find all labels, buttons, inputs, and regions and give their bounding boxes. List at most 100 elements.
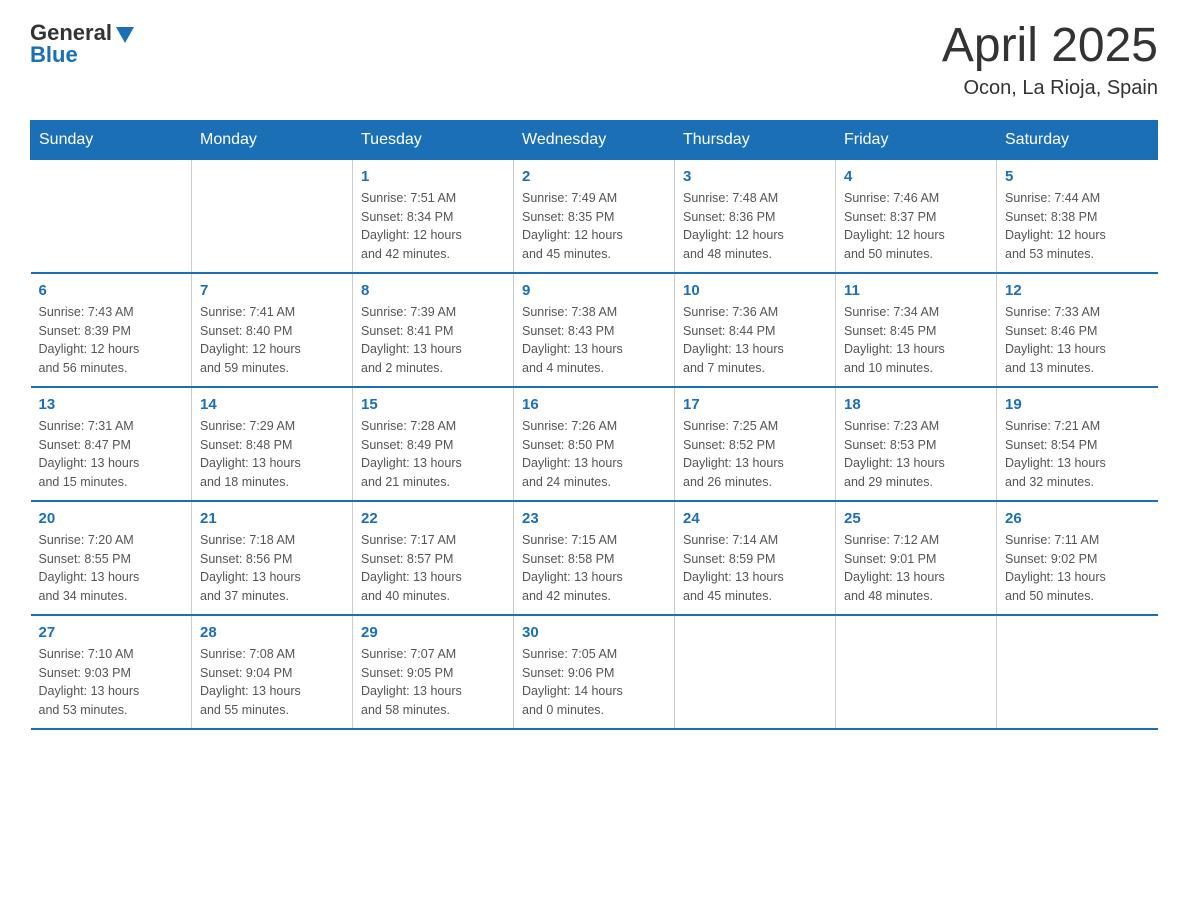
header-wednesday: Wednesday bbox=[514, 120, 675, 159]
calendar-cell: 27 Sunrise: 7:10 AM Sunset: 9:03 PM Dayli… bbox=[31, 615, 192, 729]
header-sunday: Sunday bbox=[31, 120, 192, 159]
header-thursday: Thursday bbox=[675, 120, 836, 159]
day-info: Sunrise: 7:44 AM Sunset: 8:38 PM Dayligh… bbox=[1005, 189, 1150, 264]
calendar-cell: 6Sunrise: 7:43 AM Sunset: 8:39 PM Daylig… bbox=[31, 273, 192, 387]
calendar-cell: 21 Sunrise: 7:18 AM Sunset: 8:56 PM Dayli… bbox=[192, 501, 353, 615]
header-tuesday: Tuesday bbox=[353, 120, 514, 159]
day-number: 21 bbox=[200, 510, 344, 527]
day-number: 29 bbox=[361, 624, 505, 641]
calendar-cell: 11Sunrise: 7:34 AM Sunset: 8:45 PM Dayli… bbox=[836, 273, 997, 387]
day-info: Sunrise: 7:25 AM Sunset: 8:52 PM Dayligh… bbox=[683, 417, 827, 492]
day-number: 26 bbox=[1005, 510, 1150, 527]
logo: General Blue bbox=[30, 20, 136, 68]
calendar-cell: 28 Sunrise: 7:08 AM Sunset: 9:04 PM Dayli… bbox=[192, 615, 353, 729]
day-info: Sunrise: 7:10 AM Sunset: 9:03 PM Dayligh… bbox=[39, 645, 184, 720]
day-number: 20 bbox=[39, 510, 184, 527]
day-info: Sunrise: 7:51 AM Sunset: 8:34 PM Dayligh… bbox=[361, 189, 505, 264]
day-number: 22 bbox=[361, 510, 505, 527]
calendar-table: SundayMondayTuesdayWednesdayThursdayFrid… bbox=[30, 120, 1158, 730]
day-number: 8 bbox=[361, 282, 505, 299]
header-friday: Friday bbox=[836, 120, 997, 159]
calendar-cell: 17 Sunrise: 7:25 AM Sunset: 8:52 PM Dayli… bbox=[675, 387, 836, 501]
calendar-cell: 5 Sunrise: 7:44 AM Sunset: 8:38 PM Daylig… bbox=[997, 159, 1158, 273]
calendar-cell: 2Sunrise: 7:49 AM Sunset: 8:35 PM Daylig… bbox=[514, 159, 675, 273]
calendar-cell bbox=[997, 615, 1158, 729]
calendar-cell: 13 Sunrise: 7:31 AM Sunset: 8:47 PM Dayli… bbox=[31, 387, 192, 501]
day-number: 15 bbox=[361, 396, 505, 413]
calendar-cell: 14 Sunrise: 7:29 AM Sunset: 8:48 PM Dayli… bbox=[192, 387, 353, 501]
calendar-cell bbox=[31, 159, 192, 273]
day-info: Sunrise: 7:08 AM Sunset: 9:04 PM Dayligh… bbox=[200, 645, 344, 720]
day-number: 13 bbox=[39, 396, 184, 413]
calendar-cell bbox=[192, 159, 353, 273]
calendar-cell: 19 Sunrise: 7:21 AM Sunset: 8:54 PM Dayli… bbox=[997, 387, 1158, 501]
calendar-cell: 3Sunrise: 7:48 AM Sunset: 8:36 PM Daylig… bbox=[675, 159, 836, 273]
day-number: 2 bbox=[522, 168, 666, 185]
day-number: 19 bbox=[1005, 396, 1150, 413]
calendar-cell: 29 Sunrise: 7:07 AM Sunset: 9:05 PM Dayli… bbox=[353, 615, 514, 729]
week-row-1: 1 Sunrise: 7:51 AM Sunset: 8:34 PM Daylig… bbox=[31, 159, 1158, 273]
day-info: Sunrise: 7:33 AM Sunset: 8:46 PM Dayligh… bbox=[1005, 303, 1150, 378]
day-info: Sunrise: 7:41 AM Sunset: 8:40 PM Dayligh… bbox=[200, 303, 344, 378]
calendar-cell: 10Sunrise: 7:36 AM Sunset: 8:44 PM Dayli… bbox=[675, 273, 836, 387]
day-info: Sunrise: 7:31 AM Sunset: 8:47 PM Dayligh… bbox=[39, 417, 184, 492]
day-number: 7 bbox=[200, 282, 344, 299]
day-info: Sunrise: 7:38 AM Sunset: 8:43 PM Dayligh… bbox=[522, 303, 666, 378]
week-row-3: 13 Sunrise: 7:31 AM Sunset: 8:47 PM Dayli… bbox=[31, 387, 1158, 501]
day-number: 1 bbox=[361, 168, 505, 185]
calendar-cell: 26Sunrise: 7:11 AM Sunset: 9:02 PM Dayli… bbox=[997, 501, 1158, 615]
calendar-cell: 25 Sunrise: 7:12 AM Sunset: 9:01 PM Dayli… bbox=[836, 501, 997, 615]
day-number: 17 bbox=[683, 396, 827, 413]
calendar-cell: 22 Sunrise: 7:17 AM Sunset: 8:57 PM Dayli… bbox=[353, 501, 514, 615]
calendar-header-row: SundayMondayTuesdayWednesdayThursdayFrid… bbox=[31, 120, 1158, 159]
day-info: Sunrise: 7:43 AM Sunset: 8:39 PM Dayligh… bbox=[39, 303, 184, 378]
calendar-cell: 23 Sunrise: 7:15 AM Sunset: 8:58 PM Dayli… bbox=[514, 501, 675, 615]
calendar-cell: 18 Sunrise: 7:23 AM Sunset: 8:53 PM Dayli… bbox=[836, 387, 997, 501]
day-info: Sunrise: 7:15 AM Sunset: 8:58 PM Dayligh… bbox=[522, 531, 666, 606]
week-row-2: 6Sunrise: 7:43 AM Sunset: 8:39 PM Daylig… bbox=[31, 273, 1158, 387]
day-info: Sunrise: 7:12 AM Sunset: 9:01 PM Dayligh… bbox=[844, 531, 988, 606]
day-info: Sunrise: 7:14 AM Sunset: 8:59 PM Dayligh… bbox=[683, 531, 827, 606]
header-monday: Monday bbox=[192, 120, 353, 159]
day-info: Sunrise: 7:23 AM Sunset: 8:53 PM Dayligh… bbox=[844, 417, 988, 492]
day-number: 5 bbox=[1005, 168, 1150, 185]
calendar-cell: 24Sunrise: 7:14 AM Sunset: 8:59 PM Dayli… bbox=[675, 501, 836, 615]
calendar-cell: 15 Sunrise: 7:28 AM Sunset: 8:49 PM Dayli… bbox=[353, 387, 514, 501]
calendar-cell bbox=[675, 615, 836, 729]
day-info: Sunrise: 7:20 AM Sunset: 8:55 PM Dayligh… bbox=[39, 531, 184, 606]
calendar-cell: 4 Sunrise: 7:46 AM Sunset: 8:37 PM Daylig… bbox=[836, 159, 997, 273]
day-number: 9 bbox=[522, 282, 666, 299]
title-block: April 2025 Ocon, La Rioja, Spain bbox=[942, 20, 1158, 100]
page-header: General Blue April 2025 Ocon, La Rioja, … bbox=[30, 20, 1158, 100]
day-number: 28 bbox=[200, 624, 344, 641]
day-info: Sunrise: 7:21 AM Sunset: 8:54 PM Dayligh… bbox=[1005, 417, 1150, 492]
day-number: 14 bbox=[200, 396, 344, 413]
day-info: Sunrise: 7:39 AM Sunset: 8:41 PM Dayligh… bbox=[361, 303, 505, 378]
day-info: Sunrise: 7:18 AM Sunset: 8:56 PM Dayligh… bbox=[200, 531, 344, 606]
day-number: 25 bbox=[844, 510, 988, 527]
calendar-cell: 16 Sunrise: 7:26 AM Sunset: 8:50 PM Dayli… bbox=[514, 387, 675, 501]
day-number: 27 bbox=[39, 624, 184, 641]
week-row-5: 27 Sunrise: 7:10 AM Sunset: 9:03 PM Dayli… bbox=[31, 615, 1158, 729]
day-info: Sunrise: 7:17 AM Sunset: 8:57 PM Dayligh… bbox=[361, 531, 505, 606]
calendar-cell: 7 Sunrise: 7:41 AM Sunset: 8:40 PM Daylig… bbox=[192, 273, 353, 387]
day-number: 18 bbox=[844, 396, 988, 413]
day-info: Sunrise: 7:28 AM Sunset: 8:49 PM Dayligh… bbox=[361, 417, 505, 492]
day-number: 11 bbox=[844, 282, 988, 299]
day-number: 30 bbox=[522, 624, 666, 641]
calendar-cell: 8 Sunrise: 7:39 AM Sunset: 8:41 PM Daylig… bbox=[353, 273, 514, 387]
calendar-cell: 9 Sunrise: 7:38 AM Sunset: 8:43 PM Daylig… bbox=[514, 273, 675, 387]
day-info: Sunrise: 7:46 AM Sunset: 8:37 PM Dayligh… bbox=[844, 189, 988, 264]
day-number: 16 bbox=[522, 396, 666, 413]
calendar-cell: 30 Sunrise: 7:05 AM Sunset: 9:06 PM Dayli… bbox=[514, 615, 675, 729]
day-number: 4 bbox=[844, 168, 988, 185]
day-info: Sunrise: 7:36 AM Sunset: 8:44 PM Dayligh… bbox=[683, 303, 827, 378]
day-info: Sunrise: 7:05 AM Sunset: 9:06 PM Dayligh… bbox=[522, 645, 666, 720]
day-info: Sunrise: 7:07 AM Sunset: 9:05 PM Dayligh… bbox=[361, 645, 505, 720]
logo-blue: Blue bbox=[30, 42, 78, 68]
day-number: 3 bbox=[683, 168, 827, 185]
day-info: Sunrise: 7:29 AM Sunset: 8:48 PM Dayligh… bbox=[200, 417, 344, 492]
header-saturday: Saturday bbox=[997, 120, 1158, 159]
day-info: Sunrise: 7:26 AM Sunset: 8:50 PM Dayligh… bbox=[522, 417, 666, 492]
day-number: 23 bbox=[522, 510, 666, 527]
